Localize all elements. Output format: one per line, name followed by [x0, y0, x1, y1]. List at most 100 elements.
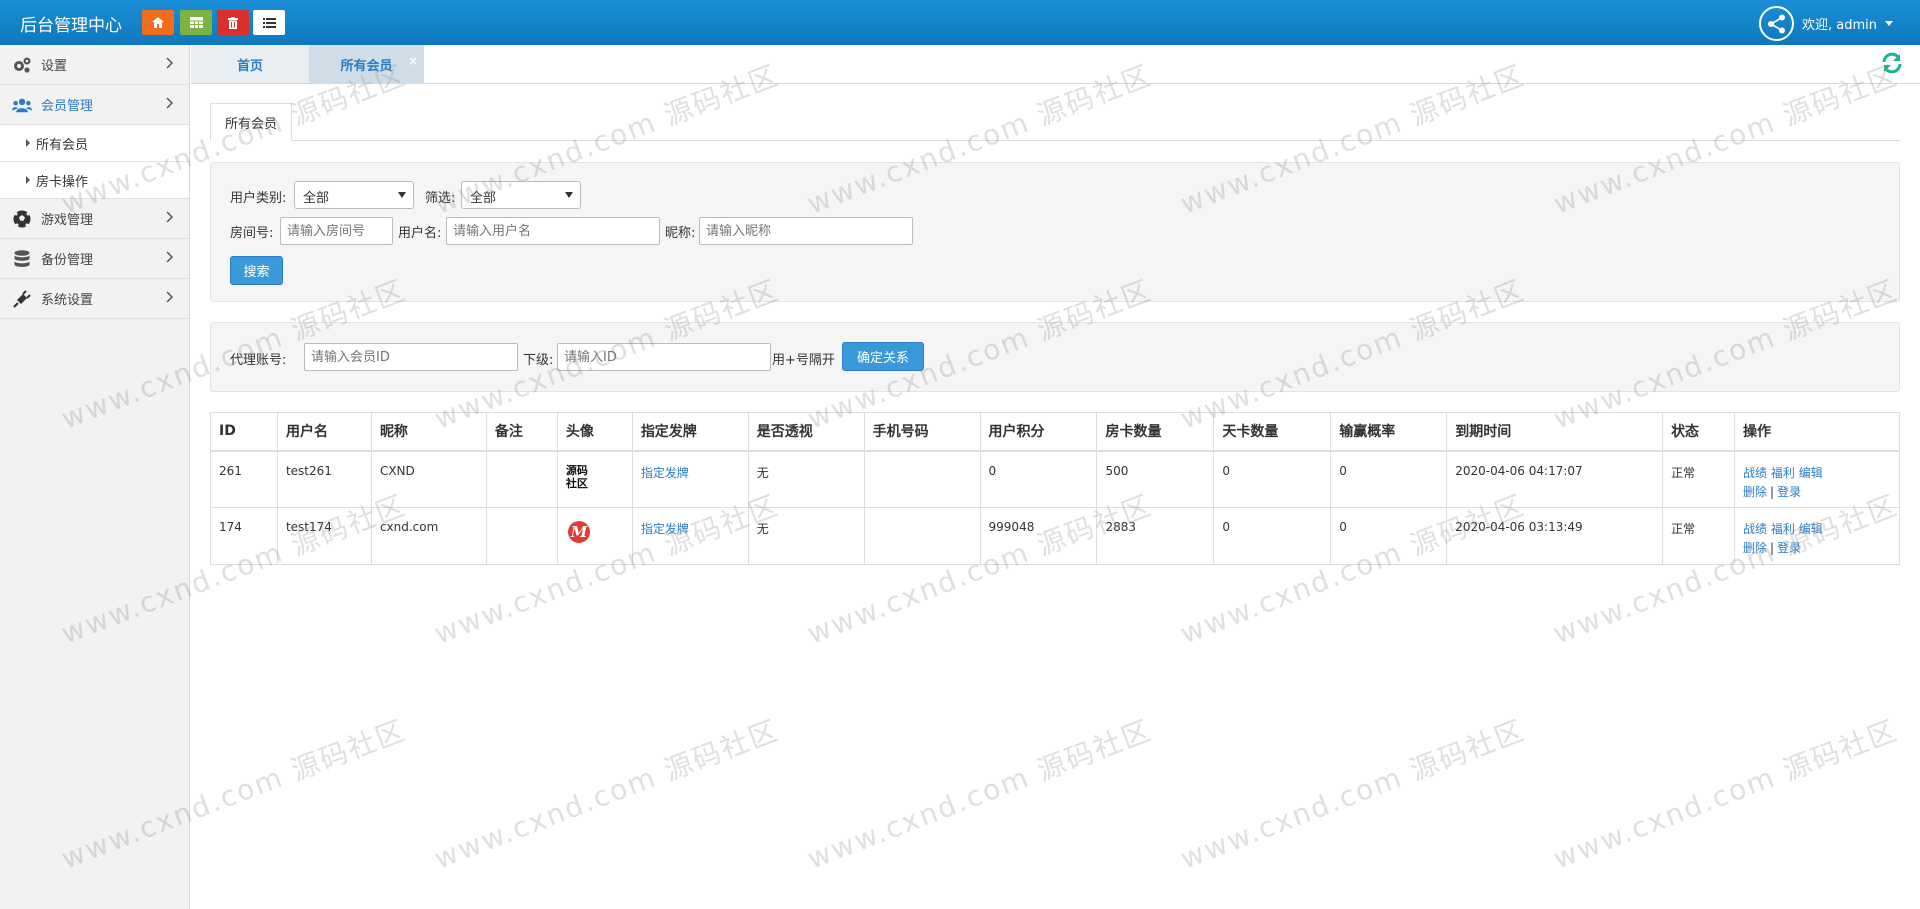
trash-icon — [228, 16, 238, 29]
column-header: 是否透视 — [748, 412, 865, 452]
column-header: 用户积分 — [980, 412, 1098, 452]
record-link[interactable]: 战绩 — [1743, 522, 1767, 536]
cell-expire: 2020-04-06 04:17:07 — [1446, 450, 1664, 508]
cell-nickname: CXND — [371, 450, 487, 508]
content-subtabs: 所有会员 — [210, 103, 1900, 141]
chevron-right-icon — [166, 97, 173, 109]
refresh-button[interactable] — [1880, 51, 1904, 79]
delete-link[interactable]: 删除 — [1743, 541, 1767, 555]
user-menu[interactable]: 欢迎, admin — [1759, 6, 1893, 41]
cell-expire: 2020-04-06 03:13:49 — [1446, 507, 1664, 565]
user-type-value: 全部 — [303, 191, 330, 206]
avatar-image: M — [567, 521, 590, 543]
tab-home[interactable]: 首页 — [191, 45, 309, 83]
chevron-right-icon — [166, 57, 173, 69]
cell-id: 174 — [210, 507, 278, 565]
sidebar-item-backup-management[interactable]: 备份管理 — [0, 239, 189, 279]
welcome-text: 欢迎, admin — [1802, 18, 1877, 33]
sidebar-item-settings[interactable]: 设置 — [0, 45, 189, 85]
sidebar-subitem-label: 所有会员 — [36, 137, 89, 153]
nickname-input[interactable] — [699, 217, 913, 245]
username-input[interactable] — [446, 217, 660, 245]
agent-id-input[interactable] — [304, 343, 518, 371]
assign-deal-link[interactable]: 指定发牌 — [641, 466, 689, 480]
watermark-text: www.cxnd.com 源码社区 — [1175, 713, 1530, 876]
sidebar-subitem-room-card[interactable]: 房卡操作 — [0, 162, 189, 199]
column-header: 头像 — [557, 412, 633, 452]
tab-label: 所有会员 — [340, 58, 393, 74]
sidebar-item-label: 设置 — [41, 59, 68, 74]
separator-hint: 用+号隔开 — [772, 353, 835, 368]
watermark-text: www.cxnd.com 源码社区 — [802, 713, 1157, 876]
plug-icon — [12, 289, 32, 309]
search-button[interactable]: 搜索 — [230, 256, 283, 285]
column-header: 操作 — [1734, 412, 1900, 452]
sub-id-input[interactable] — [557, 343, 771, 371]
cell-id: 261 — [210, 450, 278, 508]
app-title: 后台管理中心 — [20, 16, 122, 36]
list-button[interactable] — [253, 10, 285, 35]
room-input[interactable] — [280, 217, 393, 245]
cell-deal: 指定发牌 — [632, 450, 749, 508]
user-type-label: 用户类别: — [230, 191, 287, 206]
avatar-image: 源码社区 — [565, 463, 588, 490]
sidebar-item-game-management[interactable]: 游戏管理 — [0, 199, 189, 239]
login-link[interactable]: 登录 — [1777, 485, 1801, 499]
cell-avatar: 源码社区 — [557, 450, 633, 508]
sidebar-item-label: 游戏管理 — [41, 213, 94, 228]
chevron-right-icon — [166, 211, 173, 223]
cell-note — [486, 507, 558, 565]
edit-link[interactable]: 编辑 — [1799, 466, 1823, 480]
table-button[interactable] — [180, 10, 212, 35]
sidebar-item-label: 会员管理 — [41, 99, 94, 114]
cell-room-cards: 500 — [1096, 450, 1215, 508]
column-header: 天卡数量 — [1213, 412, 1332, 452]
delete-link[interactable]: 删除 — [1743, 485, 1767, 499]
edit-link[interactable]: 编辑 — [1799, 522, 1823, 536]
column-header: 输赢概率 — [1330, 412, 1448, 452]
cell-win-rate: 0 — [1330, 450, 1448, 508]
cell-xray: 无 — [748, 507, 865, 565]
column-header: 手机号码 — [864, 412, 981, 452]
subtab-all-members[interactable]: 所有会员 — [210, 103, 292, 141]
filter-select[interactable]: 全部 — [461, 181, 581, 209]
user-type-select[interactable]: 全部 — [294, 181, 414, 209]
record-link[interactable]: 战绩 — [1743, 466, 1767, 480]
search-panel: 用户类别: 全部 筛选: 全部 房间号: 用户名: 昵称: 搜索 — [210, 162, 1900, 302]
cell-actions: 战绩 福利 编辑 删除 | 登录 — [1734, 450, 1900, 508]
assign-deal-link[interactable]: 指定发牌 — [641, 522, 689, 536]
caret-right-icon — [26, 176, 30, 184]
welfare-link[interactable]: 福利 — [1771, 522, 1795, 536]
home-button[interactable] — [142, 10, 174, 35]
watermark-text: www.cxnd.com 源码社区 — [429, 713, 784, 876]
trash-button[interactable] — [217, 10, 249, 35]
refresh-icon — [1882, 52, 1902, 74]
chevron-right-icon — [166, 291, 173, 303]
separator: | — [1770, 541, 1775, 555]
room-label: 房间号: — [230, 226, 274, 241]
column-header: 备注 — [486, 412, 558, 452]
welfare-link[interactable]: 福利 — [1771, 466, 1795, 480]
page-tabs: 首页 所有会员 × — [191, 45, 1920, 84]
column-header: 状态 — [1662, 412, 1736, 452]
gears-icon — [12, 55, 32, 75]
column-header: ID — [210, 412, 278, 452]
cell-room-cards: 2883 — [1096, 507, 1215, 565]
svg-text:M: M — [570, 523, 588, 541]
sidebar-subitem-all-members[interactable]: 所有会员 — [0, 125, 189, 162]
separator: | — [1770, 484, 1775, 499]
close-icon[interactable]: × — [408, 54, 418, 68]
tab-all-members[interactable]: 所有会员 × — [309, 45, 424, 83]
tab-label: 首页 — [236, 58, 263, 74]
confirm-relation-button[interactable]: 确定关系 — [842, 342, 924, 371]
sidebar-item-label: 系统设置 — [41, 293, 94, 308]
agent-label: 代理账号: — [230, 353, 287, 368]
sub-label: 下级: — [523, 353, 554, 368]
cell-points: 0 — [980, 450, 1098, 508]
watermark-text: www.cxnd.com 源码社区 — [1548, 713, 1903, 876]
sidebar-item-system-settings[interactable]: 系统设置 — [0, 279, 189, 319]
table-header-row: ID 用户名 昵称 备注 头像 指定发牌 是否透视 手机号码 用户积分 房卡数量… — [210, 412, 1900, 452]
sidebar-item-member-management[interactable]: 会员管理 — [0, 85, 189, 125]
column-header: 指定发牌 — [632, 412, 749, 452]
login-link[interactable]: 登录 — [1777, 541, 1801, 555]
